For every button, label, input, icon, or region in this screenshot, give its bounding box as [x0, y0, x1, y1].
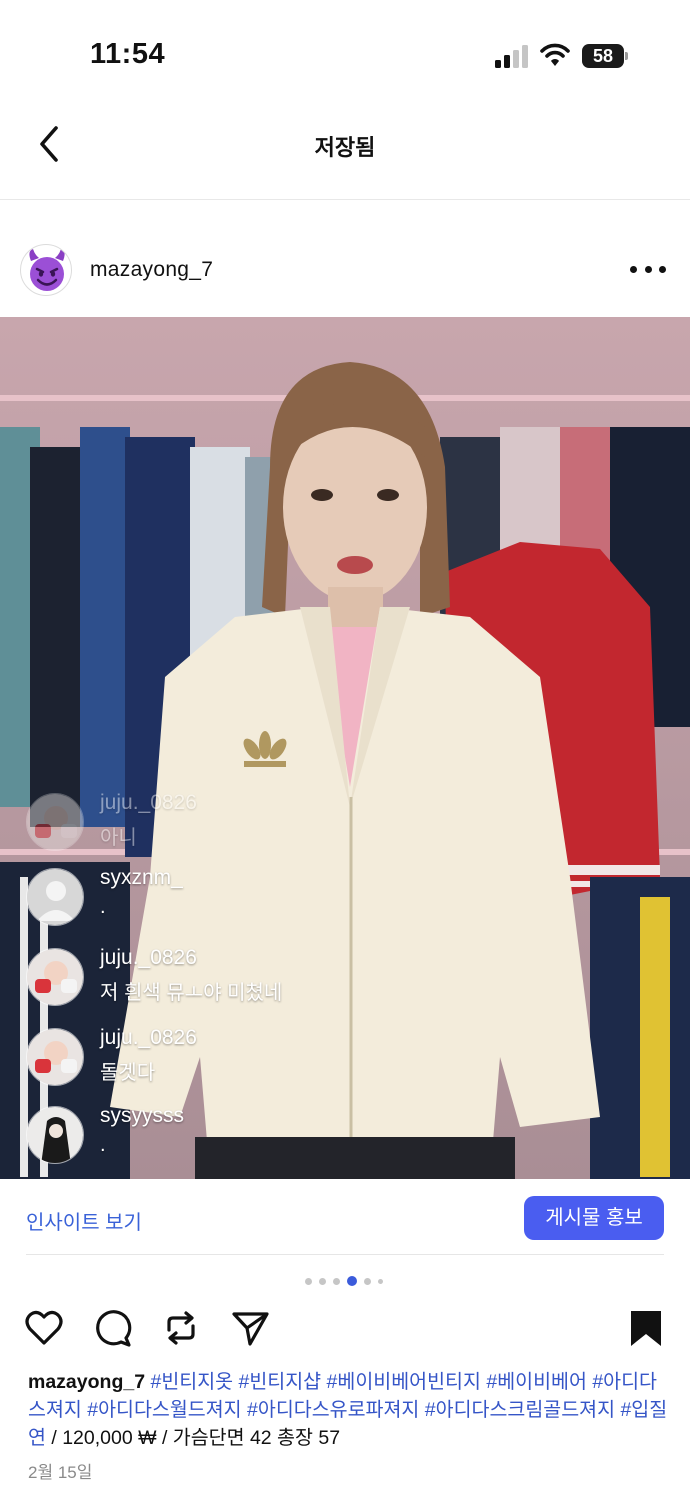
commenter-avatar [26, 948, 84, 1006]
repost-icon[interactable] [161, 1308, 201, 1348]
promote-post-button[interactable]: 게시물 홍보 [524, 1196, 664, 1240]
hashtag[interactable]: #베이비베어 [486, 1371, 587, 1393]
divider [26, 1254, 664, 1255]
live-comment: syxznm_ . [26, 864, 526, 934]
carousel-dot [378, 1278, 383, 1284]
status-bar: 11:54 58 [0, 0, 690, 110]
smiling-devil-emoji-icon [29, 249, 65, 291]
post-media[interactable]: juju._0826 아니 syxznm_ . juju._0826 저 흰색 … [0, 317, 690, 1179]
battery-indicator: 58 [582, 44, 628, 68]
battery-tip [625, 52, 628, 60]
comment-text: 아니 [100, 827, 137, 849]
page-title: 저장됨 [314, 135, 376, 160]
hashtag[interactable]: #빈티지샵 [239, 1371, 322, 1393]
carousel-indicator [305, 1276, 383, 1286]
cellular-signal-icon [495, 45, 528, 68]
nav-header: 저장됨 [0, 110, 690, 200]
carousel-dot-active [347, 1276, 357, 1286]
commenter-avatar [26, 793, 84, 851]
carousel-dot [364, 1277, 371, 1285]
wifi-icon [540, 43, 570, 66]
live-comment: juju._0826 돌겟다 [26, 1024, 526, 1094]
send-icon[interactable] [230, 1308, 270, 1348]
hashtag[interactable]: #빈티지옷 [150, 1371, 233, 1393]
caption-username[interactable]: mazayong_7 [28, 1371, 145, 1393]
hashtag[interactable]: #아디다스크림골드져지 [425, 1399, 615, 1421]
status-time: 11:54 [90, 38, 166, 70]
carousel-dot [319, 1277, 326, 1285]
comment-text: 저 흰색 뮤ㅗ야 미쳤네 [100, 982, 283, 1004]
hashtag[interactable]: #아디다스유로파져지 [247, 1399, 419, 1421]
comment-username: syxznm_ [100, 866, 183, 889]
carousel-dot [333, 1277, 340, 1285]
comment-text: 돌겟다 [100, 1062, 156, 1084]
insights-row: 인사이트 보기 게시물 홍보 [0, 1180, 690, 1256]
more-horizontal-icon[interactable] [630, 258, 666, 280]
post-date: 2월 15일 [28, 1463, 93, 1482]
comment-text: . [100, 1134, 106, 1156]
comment-username: sysyysss [100, 1104, 184, 1127]
live-comments-overlay: juju._0826 아니 syxznm_ . juju._0826 저 흰색 … [0, 317, 690, 1179]
post-caption: mazayong_7 #빈티지옷 #빈티지샵 #베이비베어빈티지 #베이비베어 … [28, 1368, 668, 1452]
avatar[interactable] [20, 244, 72, 296]
post-header: mazayong_7 [0, 230, 690, 316]
carousel-dot [305, 1277, 312, 1285]
commenter-avatar [26, 868, 84, 926]
post-username[interactable]: mazayong_7 [90, 258, 213, 282]
comment-username: juju._0826 [100, 946, 197, 969]
hashtag[interactable]: #아디다스월드져지 [87, 1399, 241, 1421]
bookmark-filled-icon[interactable] [626, 1308, 666, 1348]
hashtag[interactable]: #베이비베어빈티지 [327, 1371, 481, 1393]
comment-bubble-icon[interactable] [93, 1308, 133, 1348]
comment-text: . [100, 896, 106, 918]
comment-username: juju._0826 [100, 791, 197, 814]
comment-username: juju._0826 [100, 1026, 197, 1049]
view-insights-link[interactable]: 인사이트 보기 [26, 1206, 142, 1235]
live-comment: juju._0826 아니 [26, 789, 526, 859]
commenter-avatar [26, 1106, 84, 1164]
battery-level: 58 [582, 44, 624, 68]
caption-text: / 120,000 ₩ / 가슴단면 42 총장 57 [51, 1427, 341, 1449]
live-comment: juju._0826 저 흰색 뮤ㅗ야 미쳤네 [26, 944, 526, 1014]
heart-icon[interactable] [24, 1308, 64, 1348]
commenter-avatar [26, 1028, 84, 1086]
post-actions [0, 1300, 690, 1360]
live-comment: sysyysss . [26, 1102, 526, 1172]
